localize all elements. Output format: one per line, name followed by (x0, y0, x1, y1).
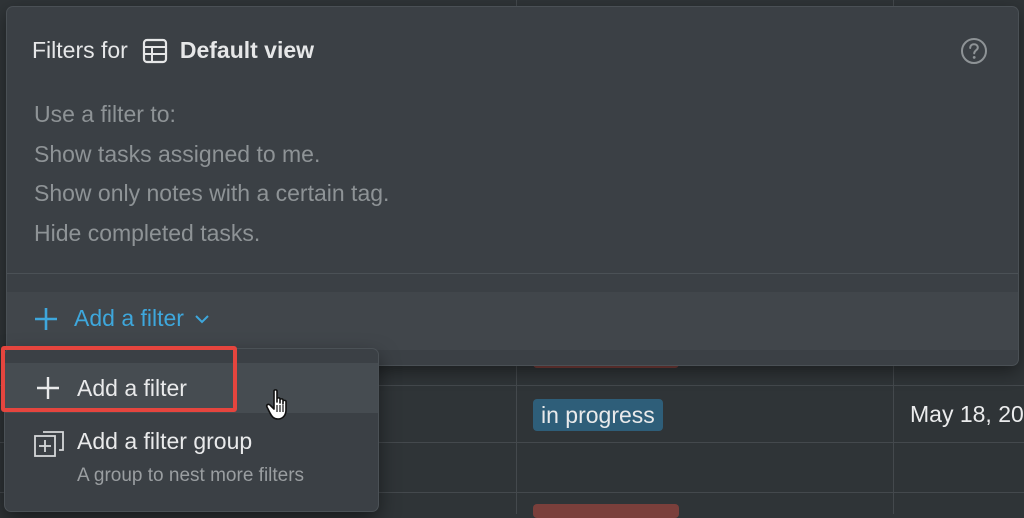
plus-icon (35, 307, 57, 330)
hint-line: Show tasks assigned to me. (34, 140, 321, 167)
panel-title-prefix: Filters for (32, 37, 128, 63)
filter-group-icon (34, 431, 64, 457)
hint-line: Show only notes with a certain tag. (34, 180, 390, 206)
status-tag-partial (533, 504, 679, 518)
panel-header: Filters for Default view (32, 37, 314, 64)
view-name[interactable]: Default view (180, 37, 314, 64)
add-filter-label: Add a filter (74, 305, 184, 331)
chevron-down-icon (195, 314, 209, 323)
hand-cursor-icon (265, 389, 287, 420)
filter-panel: Filters for Default view Use a filter to… (7, 7, 1018, 365)
divider (7, 273, 1018, 274)
menu-item-label: Add a filter group (77, 428, 253, 454)
hint-line: Hide completed tasks. (34, 219, 261, 246)
status-tag[interactable]: in progress (533, 399, 663, 431)
table-icon (142, 38, 167, 63)
filter-hint: Use a filter to: Show tasks assigned to … (34, 95, 389, 253)
menu-item-description: A group to nest more filters (77, 465, 305, 486)
menu-item-add-filter-group[interactable]: Add a filter group A group to nest more … (5, 419, 378, 505)
date-cell: May 18, 20 (910, 401, 1024, 427)
hint-line: Use a filter to: (34, 101, 176, 127)
help-circle-icon[interactable] (960, 37, 988, 65)
add-filter-button[interactable]: Add a filter (33, 305, 225, 332)
highlight-box (1, 346, 237, 412)
